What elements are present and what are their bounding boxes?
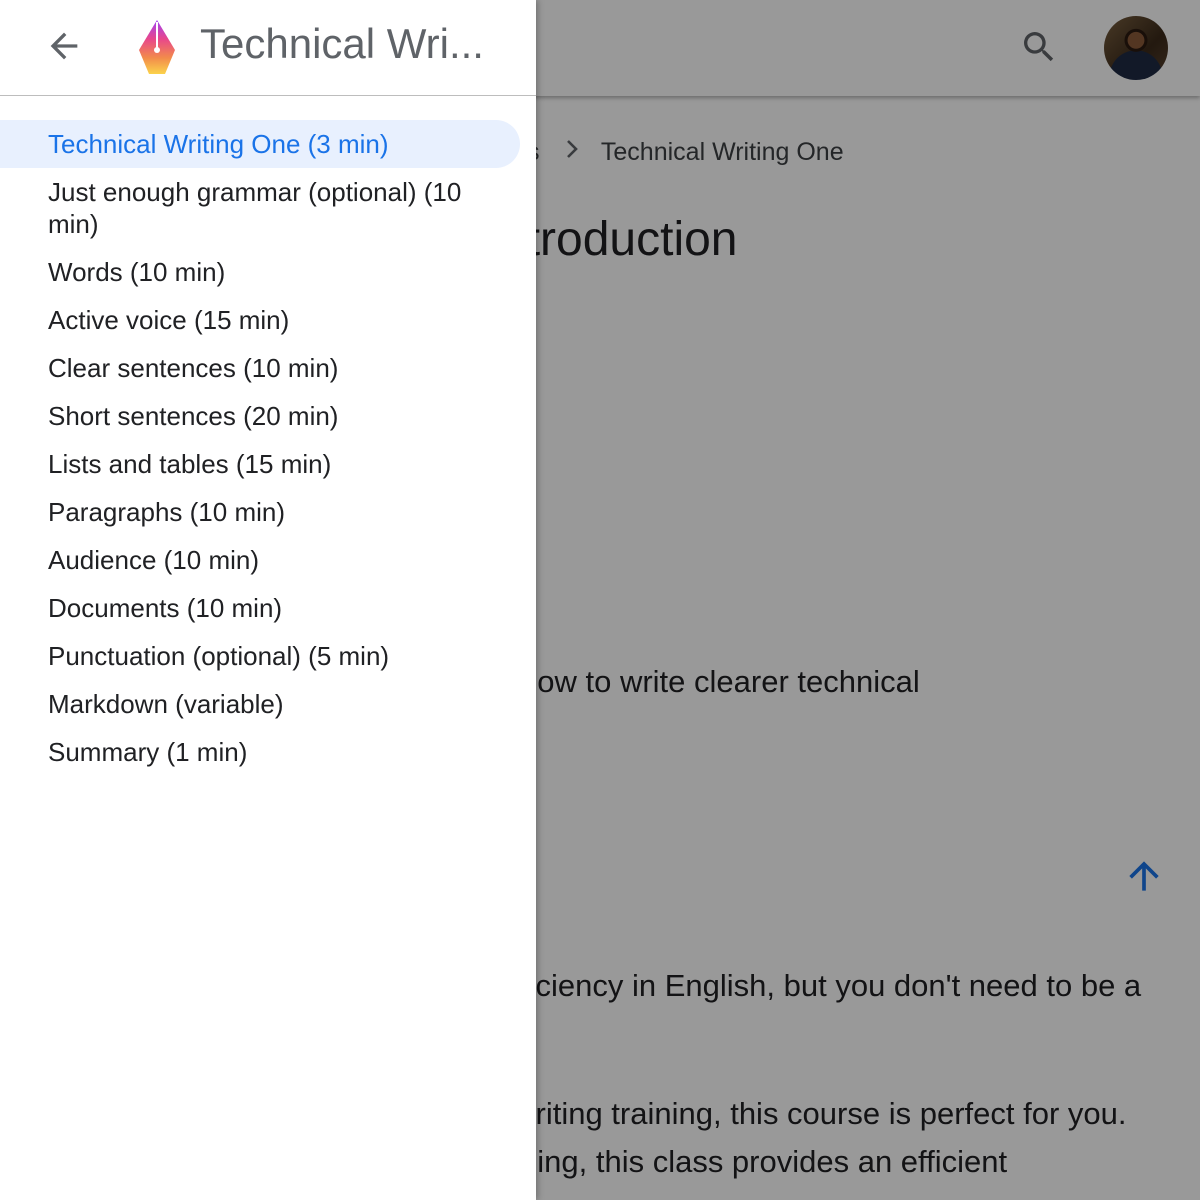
nav-item-summary[interactable]: Summary (1 min) (0, 728, 520, 776)
nav-item-short-sentences[interactable]: Short sentences (20 min) (0, 392, 520, 440)
back-button[interactable] (38, 20, 90, 72)
nav-item-words[interactable]: Words (10 min) (0, 248, 520, 296)
nav-item-clear-sentences[interactable]: Clear sentences (10 min) (0, 344, 520, 392)
nav-item-markdown[interactable]: Markdown (variable) (0, 680, 520, 728)
nav-item-technical-writing-one[interactable]: Technical Writing One (3 min) (0, 120, 520, 168)
drawer-title: Technical Wri... (200, 20, 484, 67)
nav-item-active-voice[interactable]: Active voice (15 min) (0, 296, 520, 344)
drawer-header: Technical Wri... (0, 0, 536, 96)
pen-nib-logo (136, 18, 178, 76)
nav-item-punctuation[interactable]: Punctuation (optional) (5 min) (0, 632, 520, 680)
navigation-drawer: Technical Wri... Technical Writing One (… (0, 0, 536, 1200)
nav-item-lists-and-tables[interactable]: Lists and tables (15 min) (0, 440, 520, 488)
nav-item-audience[interactable]: Audience (10 min) (0, 536, 520, 584)
nav-item-documents[interactable]: Documents (10 min) (0, 584, 520, 632)
nav-item-grammar[interactable]: Just enough grammar (optional) (10 min) (0, 168, 520, 248)
course-nav: Technical Writing One (3 min) Just enoug… (0, 120, 536, 776)
nav-item-paragraphs[interactable]: Paragraphs (10 min) (0, 488, 520, 536)
arrow-back-icon (50, 32, 78, 60)
